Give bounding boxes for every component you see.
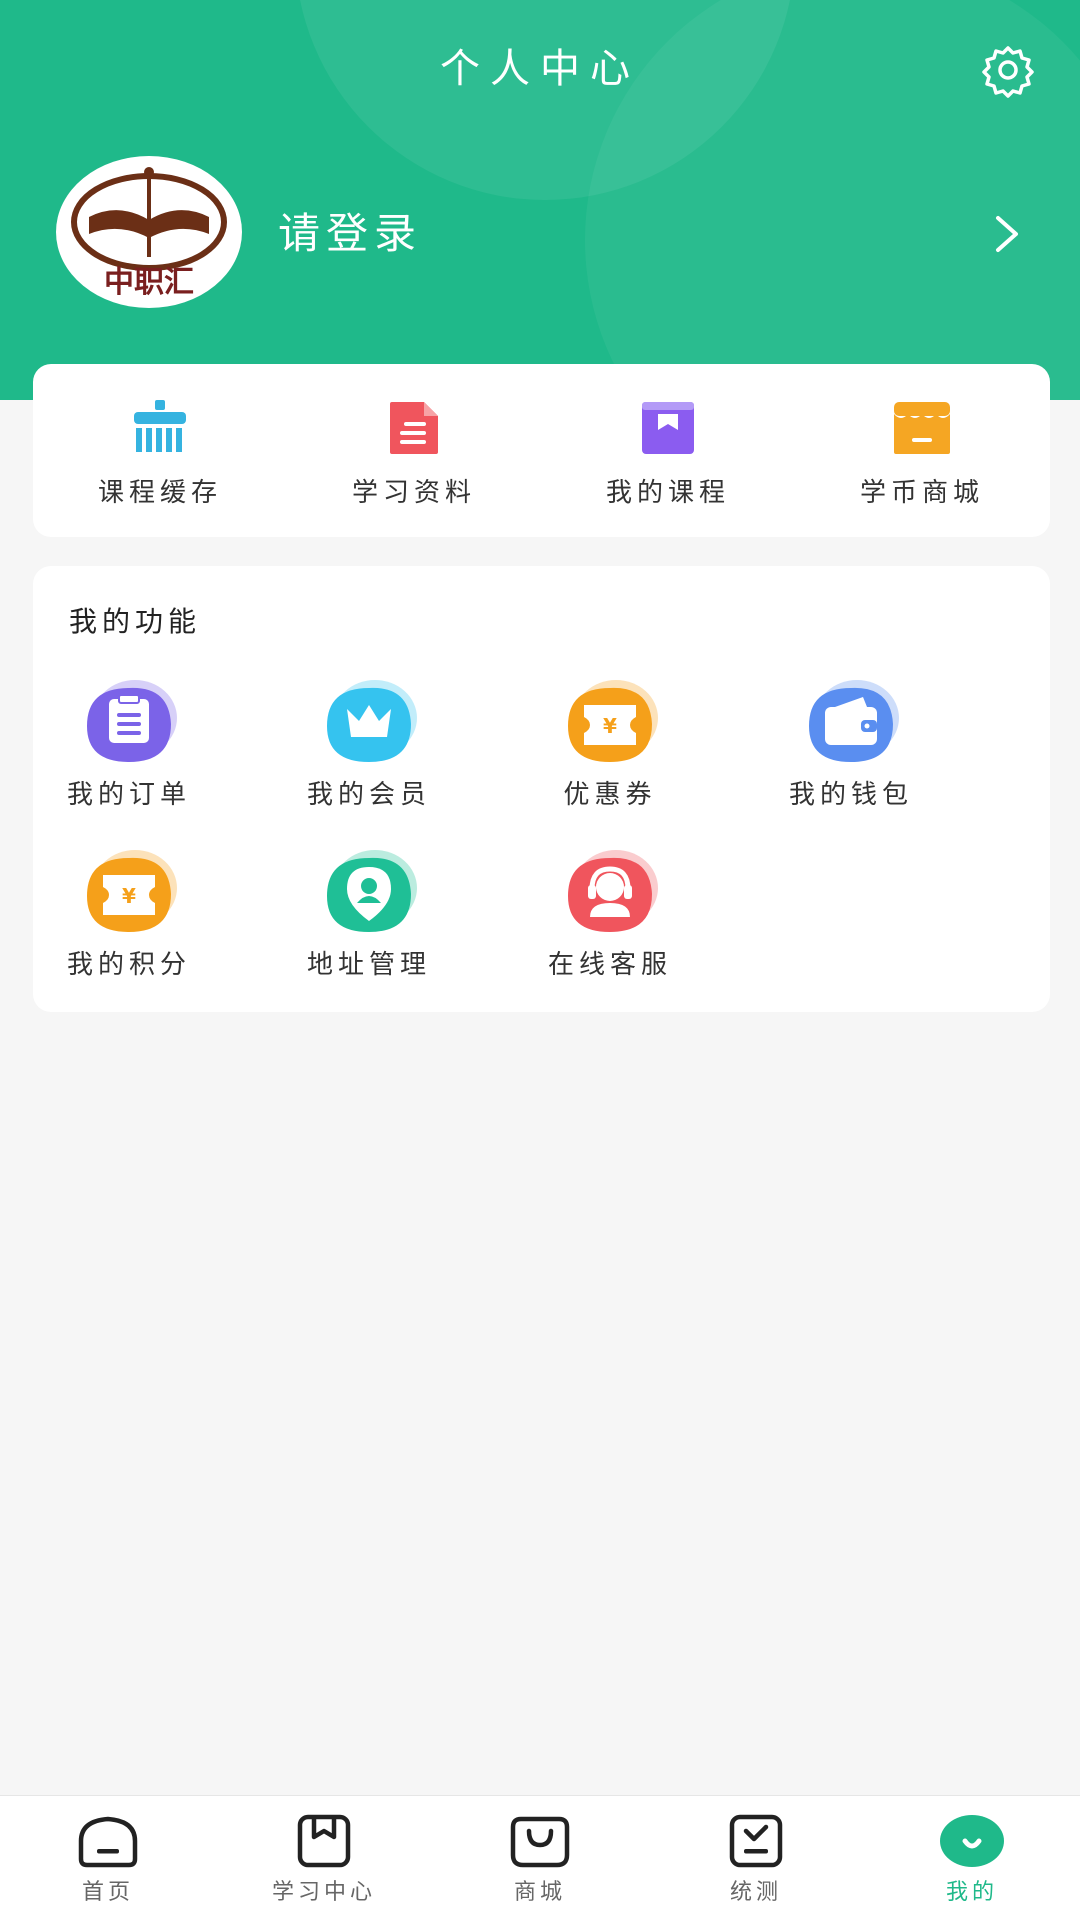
- store-icon: [894, 402, 950, 454]
- my-functions-card: 我的功能 我的订单 我的会员 ¥ 优惠券 我的钱包 ¥ 我的积分 地址管理 在线客服: [33, 566, 1050, 1012]
- location-icon: [319, 848, 419, 938]
- svg-text:¥: ¥: [122, 884, 136, 908]
- quick-item-my-courses[interactable]: 我的课程: [541, 364, 795, 537]
- crown-icon: [319, 678, 419, 768]
- func-item-label: 在线客服: [547, 950, 672, 980]
- quick-item-course-cache[interactable]: 课程缓存: [33, 364, 287, 537]
- settings-button[interactable]: [978, 40, 1038, 100]
- quick-item-label: 学习资料: [351, 478, 476, 508]
- test-icon: [729, 1814, 783, 1868]
- bookmark-icon: [297, 1814, 351, 1868]
- home-icon: [78, 1816, 138, 1868]
- func-item-coupons[interactable]: ¥ 优惠券: [490, 678, 730, 828]
- customer-service-icon: [560, 848, 660, 938]
- func-item-wallet[interactable]: 我的钱包: [731, 678, 971, 828]
- wallet-icon: [801, 678, 901, 768]
- func-item-label: 我的会员: [306, 780, 431, 810]
- quick-item-label: 课程缓存: [97, 478, 222, 508]
- tab-label: 商城: [513, 1880, 566, 1905]
- profile-header: 个人中心 中职汇 请登录: [0, 0, 1080, 400]
- bottom-tab-bar: 首页 学习中心 商城 统测 我的: [0, 1795, 1080, 1920]
- quick-item-label: 学币商城: [859, 478, 984, 508]
- coupon-icon: ¥: [560, 678, 660, 768]
- tab-test[interactable]: 统测: [648, 1796, 864, 1920]
- points-icon: ¥: [79, 848, 179, 938]
- quick-item-label: 我的课程: [605, 478, 730, 508]
- func-item-label: 我的订单: [66, 780, 191, 810]
- svg-text:¥: ¥: [603, 714, 617, 738]
- func-item-label: 优惠券: [563, 780, 657, 810]
- tab-label: 学习中心: [271, 1880, 376, 1905]
- tab-mine[interactable]: 我的: [864, 1796, 1080, 1920]
- func-item-label: 我的钱包: [788, 780, 913, 810]
- svg-text:中职汇: 中职汇: [104, 265, 194, 300]
- func-item-label: 地址管理: [306, 950, 431, 980]
- login-prompt[interactable]: 请登录: [278, 200, 422, 261]
- gear-icon: [982, 46, 1034, 98]
- cache-icon: [134, 400, 186, 452]
- func-item-customer-service[interactable]: 在线客服: [490, 848, 730, 998]
- tab-home[interactable]: 首页: [0, 1796, 216, 1920]
- section-title: 我的功能: [69, 605, 202, 638]
- tab-label: 统测: [729, 1880, 782, 1905]
- page-title: 个人中心: [440, 46, 640, 92]
- logo-icon: 中职汇: [71, 167, 227, 300]
- quick-actions-card: 课程缓存 学习资料 我的课程 学币商城: [33, 364, 1050, 537]
- func-item-label: 我的积分: [66, 950, 191, 980]
- document-icon: [390, 402, 438, 454]
- chevron-right-icon[interactable]: [990, 212, 1026, 256]
- func-item-membership[interactable]: 我的会员: [249, 678, 489, 828]
- func-item-points[interactable]: ¥ 我的积分: [9, 848, 249, 998]
- avatar[interactable]: 中职汇: [56, 156, 242, 308]
- func-item-orders[interactable]: 我的订单: [9, 678, 249, 828]
- order-icon: [79, 678, 179, 768]
- course-icon: [642, 402, 694, 454]
- bag-icon: [510, 1816, 570, 1868]
- quick-item-coin-store[interactable]: 学币商城: [795, 364, 1049, 537]
- profile-icon: [940, 1815, 1004, 1867]
- tab-study-center[interactable]: 学习中心: [216, 1796, 432, 1920]
- func-item-address[interactable]: 地址管理: [249, 848, 489, 998]
- tab-label: 我的: [945, 1880, 998, 1905]
- quick-item-study-materials[interactable]: 学习资料: [287, 364, 541, 537]
- tab-label: 首页: [81, 1880, 134, 1905]
- tab-mall[interactable]: 商城: [432, 1796, 648, 1920]
